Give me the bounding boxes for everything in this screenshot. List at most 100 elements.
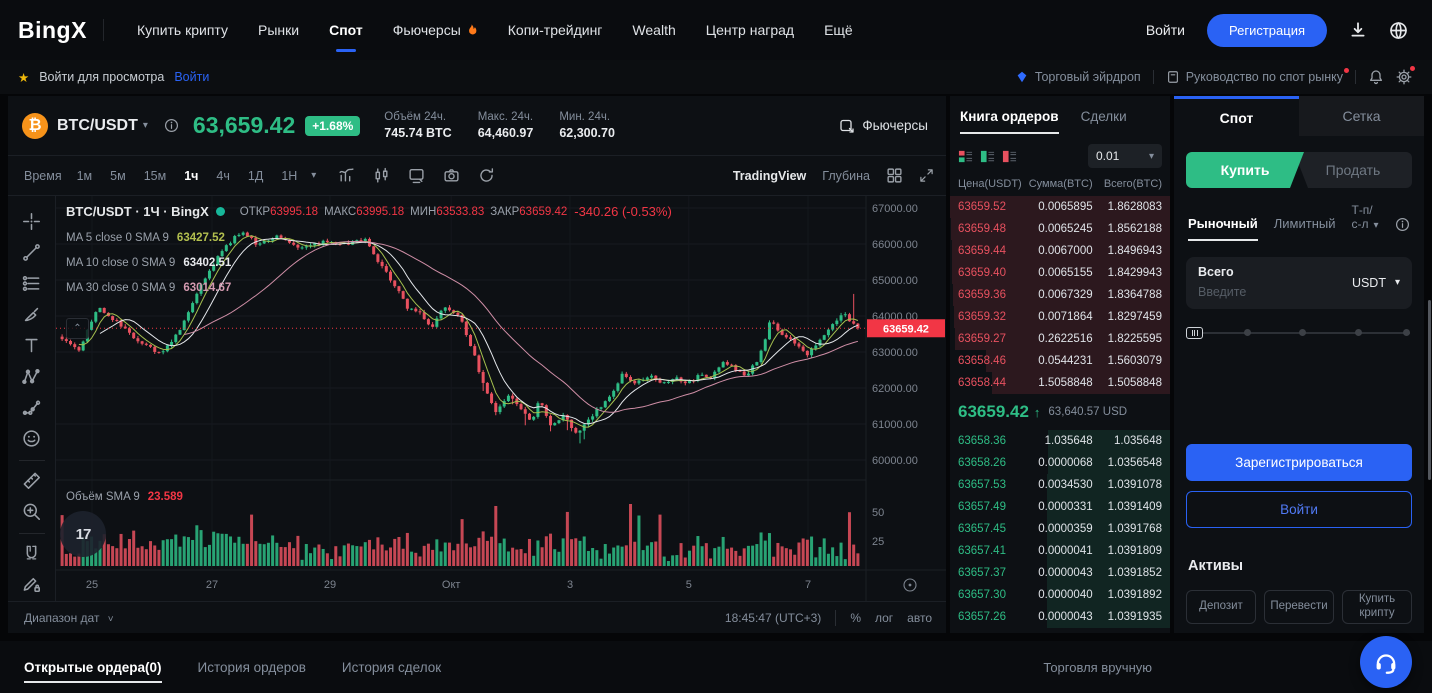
nav-item-Спот[interactable]: Спот [314, 0, 378, 60]
amount-slider[interactable] [1188, 326, 1410, 340]
price-chart[interactable]: 67000.0066000.0065000.0064000.0063000.00… [56, 196, 946, 601]
ob-layout-asks-icon[interactable] [1002, 149, 1017, 164]
camera-icon[interactable] [443, 167, 460, 184]
download-icon[interactable] [1349, 21, 1367, 39]
slider-handle[interactable] [1186, 327, 1203, 339]
globe-icon[interactable] [1389, 21, 1408, 40]
orderbook-row[interactable]: 63657.260.00000431.0391935 [950, 606, 1170, 628]
fullscreen-icon[interactable] [919, 168, 934, 183]
orderbook-row[interactable]: 63657.530.00345301.0391078 [950, 474, 1170, 496]
lock-drawings-icon[interactable] [17, 570, 47, 598]
nav-item-Купить крипту[interactable]: Купить крипту [122, 0, 243, 60]
orderbook-row[interactable]: 63659.320.00718641.8297459 [950, 306, 1170, 328]
orders-tab-История ордеров[interactable]: История ордеров [198, 641, 306, 693]
login-cta-button[interactable]: Войти [1186, 491, 1412, 528]
collapse-indicators-button[interactable]: ⌃ [66, 318, 89, 339]
bingx-logo[interactable]: BingX [18, 17, 87, 44]
emoji-icon[interactable] [17, 424, 47, 452]
orderbook-row[interactable]: 63657.410.00000411.0391809 [950, 540, 1170, 562]
orderbook-row[interactable]: 63658.260.00000681.0356548 [950, 452, 1170, 474]
interval-1Н[interactable]: 1Н [272, 169, 306, 183]
order-type-market[interactable]: Рыночный [1188, 217, 1258, 241]
orderbook-row[interactable]: 63658.460.05442311.5603079 [950, 350, 1170, 372]
orderbook-row[interactable]: 63659.520.00658951.8628083 [950, 196, 1170, 218]
zoom-in-icon[interactable] [17, 497, 47, 525]
orderbook-row[interactable]: 63657.370.00000431.0391852 [950, 562, 1170, 584]
log-scale-button[interactable]: лог [875, 611, 893, 625]
ob-layout-bids-icon[interactable] [980, 149, 995, 164]
nav-item-Центр наград[interactable]: Центр наград [691, 0, 809, 60]
subbar-login-link[interactable]: Войти [174, 70, 209, 84]
trading-airdrop-link[interactable]: Торговый эйрдроп [1015, 70, 1141, 84]
interval-4ч[interactable]: 4ч [207, 169, 238, 183]
nav-item-Wealth[interactable]: Wealth [617, 0, 690, 60]
orderbook-row[interactable]: 63659.440.00670001.8496943 [950, 240, 1170, 262]
ob-layout-both-icon[interactable] [958, 149, 973, 164]
candle-style-icon[interactable] [373, 167, 390, 184]
date-range-button[interactable]: Диапазон дат ˅ [24, 611, 114, 625]
interval-5м[interactable]: 5м [101, 169, 135, 183]
indicators-icon[interactable] [338, 167, 355, 184]
currency-select[interactable]: USDT▾ [1352, 276, 1400, 290]
asset-button-Депозит[interactable]: Депозит [1186, 590, 1256, 624]
orderbook-mid-price[interactable]: 63659.42 ↑ 63,640.57 USD [950, 396, 1170, 428]
auto-scale-button[interactable]: авто [907, 611, 932, 625]
brush-icon[interactable] [17, 301, 47, 329]
orderbook-row[interactable]: 63659.270.26225161.8225595 [950, 328, 1170, 350]
buy-button[interactable]: Купить [1186, 152, 1304, 188]
favorite-star-icon[interactable]: ★ [18, 70, 29, 85]
xabcd-pattern-icon[interactable] [17, 363, 47, 391]
text-tool-icon[interactable] [17, 332, 47, 360]
interval-1м[interactable]: 1м [68, 169, 102, 183]
order-type-limit[interactable]: Лимитный [1274, 217, 1336, 241]
grid-layout-icon[interactable] [886, 167, 903, 184]
register-cta-button[interactable]: Зарегистрироваться [1186, 444, 1412, 481]
orderbook-row[interactable]: 63659.360.00673291.8364788 [950, 284, 1170, 306]
orderbook-tab-Книга ордеров[interactable]: Книга ордеров [960, 109, 1059, 134]
nav-item-Копи-трейдинг[interactable]: Копи-трейдинг [493, 0, 618, 60]
magnet-icon[interactable] [17, 539, 47, 567]
caret-down-icon[interactable]: ▾ [311, 170, 316, 181]
fib-lines-icon[interactable] [17, 270, 47, 298]
reload-icon[interactable] [478, 167, 495, 184]
interval-1Д[interactable]: 1Д [239, 169, 272, 183]
info-circle-icon[interactable] [1395, 217, 1410, 241]
register-button[interactable]: Регистрация [1207, 14, 1327, 47]
nav-item-Фьючерсы[interactable]: Фьючерсы [378, 0, 493, 60]
orderbook-row[interactable]: 63658.361.0356481.035648 [950, 430, 1170, 452]
orderbook-row[interactable]: 63659.480.00652451.8562188 [950, 218, 1170, 240]
ruler-icon[interactable] [17, 466, 47, 494]
orderbook-row[interactable]: 63658.441.50588481.5058848 [950, 372, 1170, 394]
nav-item-Рынки[interactable]: Рынки [243, 0, 314, 60]
orderbook-row[interactable]: 63657.450.00003591.0391768 [950, 518, 1170, 540]
info-circle-icon[interactable] [164, 118, 179, 133]
order-type-tpsl[interactable]: Т-п/ с-л▾ [1351, 204, 1378, 241]
orderbook-row[interactable]: 63657.300.00000401.0391892 [950, 584, 1170, 606]
scrollbar[interactable] [1428, 300, 1431, 480]
forecast-icon[interactable] [17, 394, 47, 422]
percent-scale-button[interactable]: % [850, 611, 861, 625]
export-layout-icon[interactable] [408, 167, 425, 184]
orders-tab-История сделок[interactable]: История сделок [342, 641, 441, 693]
interval-1ч[interactable]: 1ч [175, 169, 207, 183]
caret-down-icon[interactable]: ▾ [143, 120, 148, 131]
announcements-button[interactable] [1368, 69, 1384, 85]
clock[interactable]: 18:45:47 (UTC+3) [725, 611, 821, 625]
spot-guide-link[interactable]: Руководство по спот рынку [1166, 70, 1343, 84]
tab-tradingview[interactable]: TradingView [733, 169, 806, 183]
tab-depth[interactable]: Глубина [822, 169, 870, 183]
slider-stop[interactable] [1403, 329, 1410, 336]
orderbook-row[interactable]: 63657.490.00003311.0391409 [950, 496, 1170, 518]
total-input[interactable]: Всего Введите USDT▾ [1186, 257, 1412, 309]
login-link[interactable]: Войти [1146, 22, 1185, 38]
nav-item-Ещё[interactable]: Ещё [809, 0, 868, 60]
orders-tab-Открытые ордера(0)[interactable]: Открытые ордера(0) [24, 641, 162, 693]
settings-button[interactable] [1396, 69, 1412, 85]
interval-15м[interactable]: 15м [135, 169, 176, 183]
asset-button-Купить крипту[interactable]: Купить крипту [1342, 590, 1412, 624]
trendline-icon[interactable] [17, 239, 47, 267]
precision-select[interactable]: 0.01▾ [1088, 144, 1162, 168]
trade-tab-Спот[interactable]: Спот [1174, 96, 1299, 136]
asset-button-Перевести[interactable]: Перевести [1264, 590, 1334, 624]
trade-tab-Сетка[interactable]: Сетка [1299, 96, 1424, 136]
